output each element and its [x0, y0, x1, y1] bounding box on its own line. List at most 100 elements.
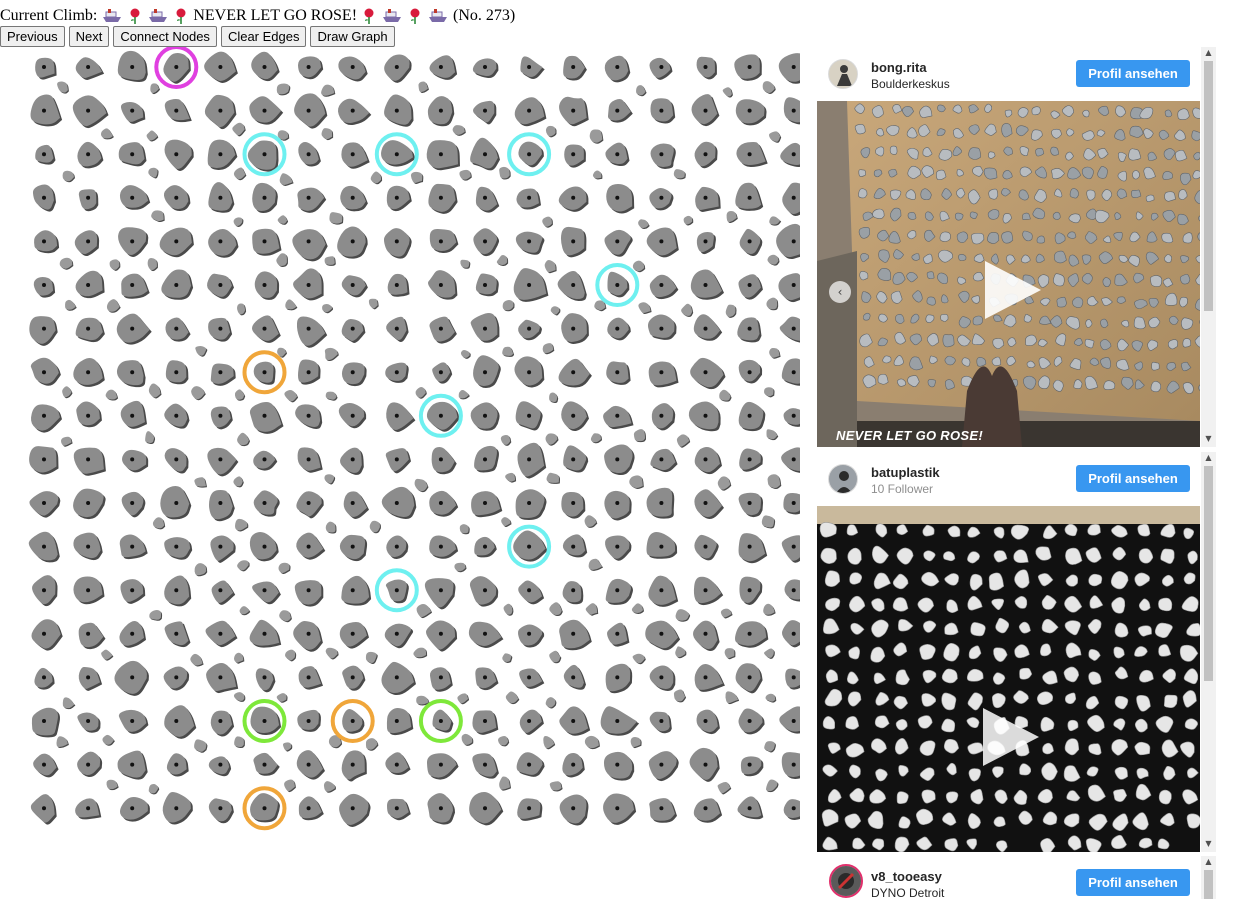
hold[interactable] [648, 751, 679, 782]
hold[interactable] [785, 668, 800, 690]
small-hold[interactable] [284, 390, 299, 403]
hold[interactable] [385, 579, 409, 604]
hold[interactable] [208, 229, 239, 258]
small-hold[interactable] [673, 689, 687, 703]
small-hold[interactable] [150, 83, 160, 95]
small-hold[interactable] [145, 431, 156, 445]
hold[interactable] [738, 492, 764, 518]
hold[interactable] [650, 448, 678, 473]
small-hold[interactable] [460, 349, 471, 359]
hold[interactable] [77, 751, 103, 777]
hold[interactable] [249, 96, 284, 125]
hold[interactable] [427, 793, 455, 825]
hold[interactable] [518, 580, 545, 605]
small-hold[interactable] [194, 563, 208, 577]
hold[interactable] [255, 668, 276, 693]
hold[interactable] [381, 486, 417, 520]
small-hold[interactable] [56, 736, 69, 748]
hold[interactable] [385, 448, 411, 474]
hold[interactable] [781, 752, 800, 780]
small-hold[interactable] [460, 259, 471, 269]
hold[interactable] [297, 187, 327, 213]
hold[interactable] [114, 660, 149, 696]
hold[interactable] [339, 534, 368, 562]
hold[interactable] [694, 534, 719, 561]
hold[interactable] [210, 406, 233, 430]
small-hold[interactable] [681, 303, 694, 317]
hold[interactable] [428, 270, 458, 300]
hold[interactable] [735, 663, 763, 694]
hold[interactable] [517, 798, 543, 821]
small-hold[interactable] [765, 693, 777, 703]
hold[interactable] [562, 753, 585, 778]
small-hold[interactable] [725, 304, 737, 318]
hold[interactable] [605, 663, 633, 694]
small-hold[interactable] [62, 170, 75, 183]
next-button[interactable]: Next [68, 26, 110, 47]
small-hold[interactable] [106, 299, 121, 313]
small-hold[interactable] [282, 742, 293, 752]
small-hold[interactable] [454, 562, 467, 573]
small-hold[interactable] [542, 343, 555, 355]
hold[interactable] [470, 137, 500, 171]
small-hold[interactable] [631, 603, 644, 614]
small-hold[interactable] [237, 560, 250, 572]
small-hold[interactable] [194, 477, 207, 488]
hold[interactable] [429, 316, 457, 344]
hold[interactable] [561, 313, 589, 344]
small-hold[interactable] [279, 610, 292, 623]
hold[interactable] [73, 532, 103, 561]
scroll-up-icon[interactable]: ▲ [1201, 47, 1216, 59]
hold[interactable] [607, 622, 630, 647]
hold[interactable] [779, 706, 800, 734]
hold[interactable] [207, 139, 238, 171]
hold[interactable] [30, 357, 61, 386]
hold[interactable] [298, 666, 323, 690]
hold[interactable] [73, 576, 105, 605]
hold[interactable] [250, 706, 282, 736]
small-hold[interactable] [683, 215, 694, 226]
small-hold[interactable] [368, 298, 379, 310]
small-hold[interactable] [324, 256, 336, 266]
small-hold[interactable] [499, 776, 511, 791]
small-hold[interactable] [325, 391, 338, 401]
small-hold[interactable] [632, 260, 646, 273]
climber-avatar-icon[interactable] [828, 59, 858, 89]
small-hold[interactable] [276, 83, 291, 96]
small-hold[interactable] [717, 781, 732, 795]
small-hold[interactable] [232, 122, 246, 137]
hold[interactable] [429, 667, 453, 692]
small-hold[interactable] [62, 697, 76, 710]
hold[interactable] [559, 619, 592, 651]
hold[interactable] [206, 662, 239, 694]
hold[interactable] [75, 317, 105, 343]
hold[interactable] [295, 404, 323, 429]
hold[interactable] [557, 270, 587, 302]
hold[interactable] [210, 535, 236, 563]
post-scrollbar[interactable]: ▲ ▼ [1201, 452, 1216, 852]
hold[interactable] [296, 316, 328, 348]
small-hold[interactable] [101, 128, 114, 140]
hold[interactable] [736, 141, 768, 168]
hold[interactable] [475, 186, 500, 213]
hold[interactable] [650, 98, 676, 124]
hold[interactable] [166, 753, 189, 777]
connect-nodes-button[interactable]: Connect Nodes [113, 26, 217, 47]
hold[interactable] [428, 183, 458, 214]
small-hold[interactable] [65, 299, 77, 311]
hold[interactable] [432, 709, 454, 733]
hold[interactable] [735, 182, 764, 211]
small-hold[interactable] [102, 734, 115, 746]
hold[interactable] [33, 277, 56, 298]
hold[interactable] [251, 51, 280, 82]
moonboard-holds[interactable] [0, 47, 800, 847]
small-hold[interactable] [499, 166, 511, 180]
small-hold[interactable] [545, 125, 557, 138]
hold[interactable] [689, 747, 720, 782]
hold[interactable] [564, 144, 586, 168]
hold[interactable] [342, 709, 365, 734]
hold[interactable] [737, 796, 764, 820]
small-hold[interactable] [279, 173, 294, 186]
small-hold[interactable] [769, 216, 782, 226]
small-hold[interactable] [237, 303, 247, 316]
